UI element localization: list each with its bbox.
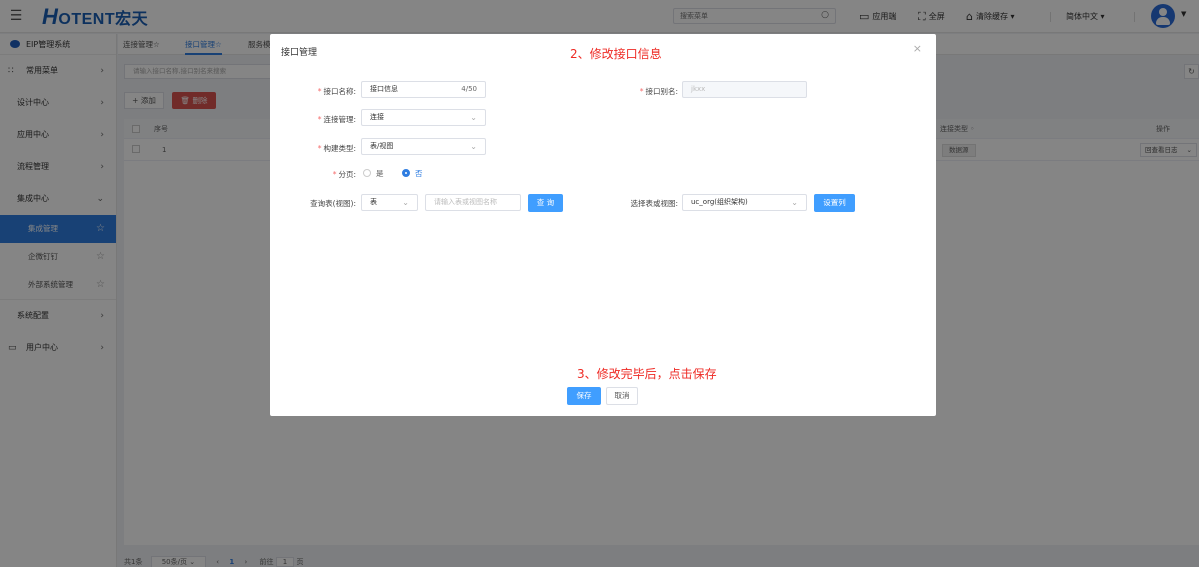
annotation-step-3: 3、修改完毕后，点击保存 <box>577 367 717 381</box>
chevron-down-icon: ⌄ <box>470 113 477 122</box>
build-type-select[interactable]: 表/视图 ⌄ <box>361 138 486 155</box>
alias-label: * 接口别名: <box>639 87 678 96</box>
query-type-select[interactable]: 表 ⌄ <box>361 194 418 211</box>
dialog-title: 接口管理 <box>281 48 318 58</box>
table-view-select[interactable]: uc_org(组织架构) ⌄ <box>682 194 807 211</box>
connection-select[interactable]: 连接 ⌄ <box>361 109 486 126</box>
char-count: 4/50 <box>461 85 477 93</box>
close-icon[interactable]: × <box>913 42 922 55</box>
query-button[interactable]: 查 询 <box>528 194 563 212</box>
query-table-label: 查询表(视图): <box>310 199 356 208</box>
select-table-label: 选择表或视图: <box>630 199 678 208</box>
table-name-input[interactable]: 请输入表或视图名称 <box>425 194 521 211</box>
save-button[interactable]: 保存 <box>567 387 601 405</box>
set-columns-button[interactable]: 设置列 <box>814 194 855 212</box>
chevron-down-icon: ⌄ <box>402 198 409 207</box>
name-label: * 接口名称: <box>317 87 356 96</box>
paging-no-radio[interactable]: 否 <box>402 168 423 179</box>
annotation-step-2: 2、修改接口信息 <box>570 47 662 61</box>
paging-label: * 分页: <box>332 170 356 179</box>
interface-name-input[interactable]: 接口信息 4/50 <box>361 81 486 98</box>
build-type-label: * 构建类型: <box>317 144 356 153</box>
cancel-button[interactable]: 取消 <box>606 387 638 405</box>
interface-alias-input: jkxx <box>682 81 807 98</box>
interface-manage-dialog: 接口管理 × 2、修改接口信息 * 接口名称: 接口信息 4/50 * 接口别名: j… <box>270 34 936 416</box>
chevron-down-icon: ⌄ <box>470 142 477 151</box>
paging-yes-radio[interactable]: 是 <box>363 168 384 179</box>
connection-label: * 连接管理: <box>317 115 356 124</box>
chevron-down-icon: ⌄ <box>791 198 798 207</box>
